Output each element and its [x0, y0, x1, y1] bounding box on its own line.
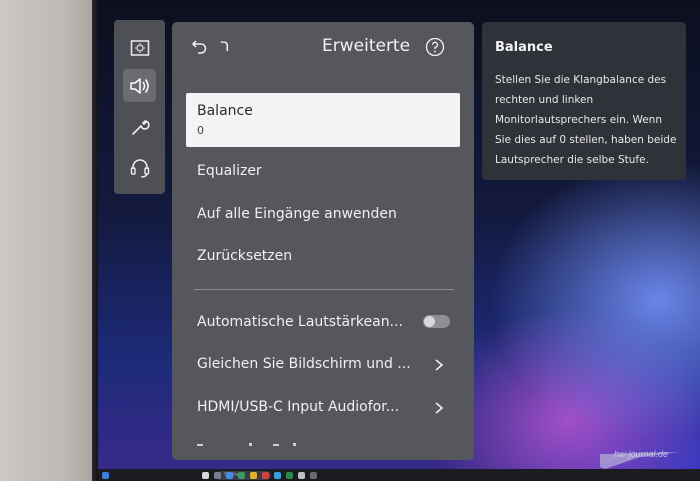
picture-icon [130, 39, 149, 56]
help-tooltip-panel: Balance Stellen Sie die Klangbalance des… [482, 22, 686, 180]
back-icon[interactable] [190, 38, 208, 56]
start-icon[interactable] [102, 472, 109, 479]
rail-sound-button[interactable] [123, 69, 156, 102]
breadcrumb-stub: ר [220, 36, 230, 56]
menu-item-sync-screen-sound[interactable]: Gleichen Sie Bildschirm und ... [197, 356, 411, 372]
balance-label: Balance [197, 103, 253, 119]
menu-item-balance[interactable]: Balance 0 [186, 93, 460, 147]
chevron-right-icon [435, 359, 444, 371]
rail-general-button[interactable] [123, 110, 156, 143]
watermark-text: hw-journal.de [613, 449, 668, 459]
headset-icon [130, 158, 149, 178]
balance-value: 0 [197, 124, 204, 137]
folder-icon[interactable] [250, 472, 257, 479]
speaker-icon [129, 77, 149, 94]
toggle-knob [424, 316, 435, 327]
rail-picture-button[interactable] [123, 31, 156, 64]
app-icon[interactable] [262, 472, 269, 479]
app-icon[interactable] [202, 472, 209, 479]
menu-item-apply-all-inputs[interactable]: Auf alle Eingänge anwenden [197, 206, 397, 222]
menu-item-equalizer[interactable]: Equalizer [197, 163, 262, 179]
rail-support-button[interactable] [123, 151, 156, 184]
menu-divider [194, 289, 454, 290]
advanced-sound-menu: ר Erweiterte Balance 0 Equalizer Auf all… [172, 22, 474, 460]
app-icon[interactable] [274, 472, 281, 479]
category-rail [114, 20, 165, 194]
next-item-peek [197, 443, 296, 446]
wrench-icon [131, 119, 150, 135]
menu-item-reset[interactable]: Zurücksetzen [197, 248, 292, 264]
app-icon[interactable] [298, 472, 305, 479]
menu-item-auto-volume[interactable]: Automatische Lautstärkean... [197, 314, 403, 330]
monitor-bezel [0, 0, 92, 481]
menu-item-hdmi-audio-format[interactable]: HDMI/USB-C Input Audiofor... [197, 399, 399, 415]
app-icon[interactable] [214, 472, 221, 479]
page-title: Erweiterte [322, 36, 411, 56]
help-icon[interactable] [425, 37, 445, 57]
auto-volume-toggle[interactable] [423, 315, 450, 328]
chevron-right-icon [435, 402, 444, 414]
app-icon[interactable] [226, 472, 233, 479]
app-icon[interactable] [238, 472, 245, 479]
tooltip-description: Stellen Sie die Klangbalance des rechten… [495, 74, 677, 166]
site-watermark: hw-journal.de [570, 447, 690, 473]
tooltip-title: Balance [495, 40, 553, 55]
app-icon[interactable] [286, 472, 293, 479]
app-icon[interactable] [310, 472, 317, 479]
